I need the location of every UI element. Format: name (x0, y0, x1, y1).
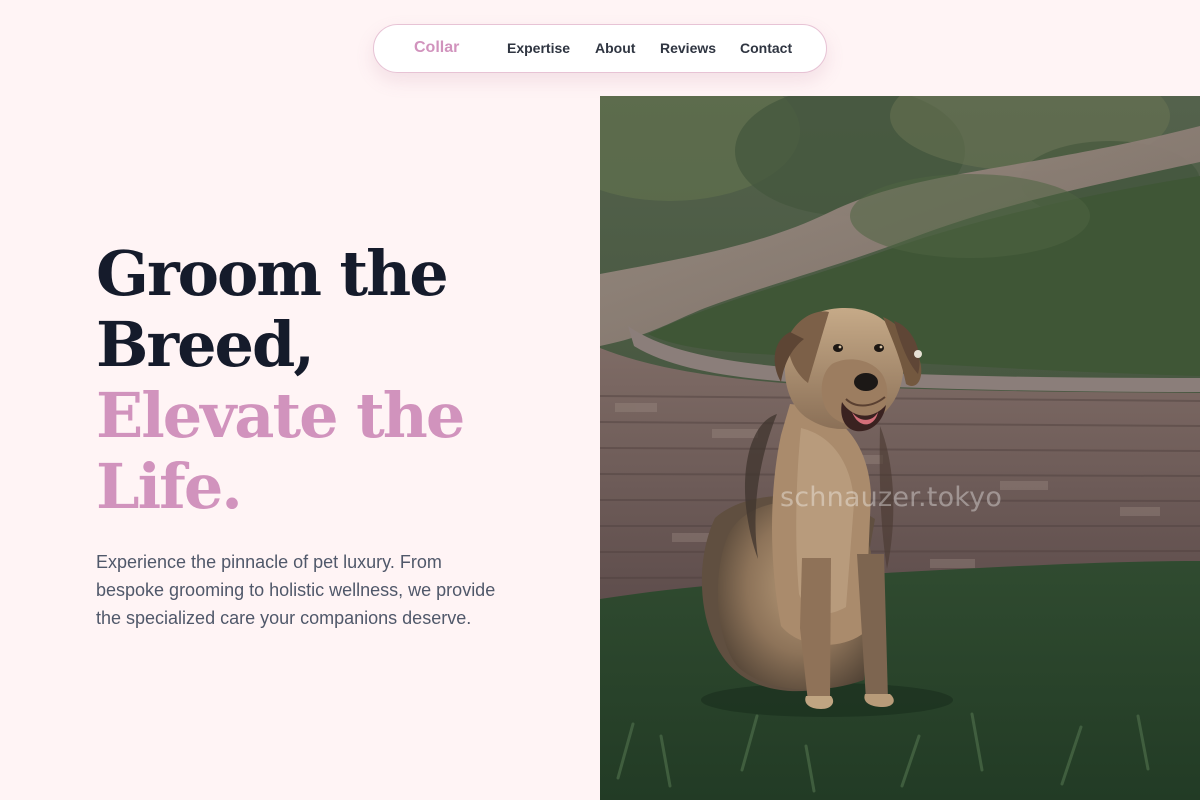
nav-link-about[interactable]: About (595, 40, 635, 56)
nav-link-expertise[interactable]: Expertise (507, 40, 570, 56)
hero-dog-photo: schnauzer.tokyo (600, 96, 1200, 800)
hero-accent-line: Life. (96, 450, 243, 523)
dog-photo-illustration (600, 96, 1200, 800)
page: Collar Expertise About Reviews Contact G… (0, 0, 1200, 800)
nav-link-contact[interactable]: Contact (740, 40, 792, 56)
hero-title-line: Groom the (96, 237, 449, 310)
top-navigation: Collar Expertise About Reviews Contact (373, 24, 827, 73)
hero-description: Experience the pinnacle of pet luxury. F… (96, 552, 496, 628)
photo-watermark: schnauzer.tokyo (780, 482, 1003, 513)
hero-title: Groom the Breed, Elevate the Life. (96, 238, 556, 522)
brand-logo-link[interactable]: Collar (414, 39, 459, 57)
hero-accent-line: Elevate the (96, 379, 465, 452)
nav-link-reviews[interactable]: Reviews (660, 40, 716, 56)
hero-title-line: Breed, (96, 308, 315, 381)
